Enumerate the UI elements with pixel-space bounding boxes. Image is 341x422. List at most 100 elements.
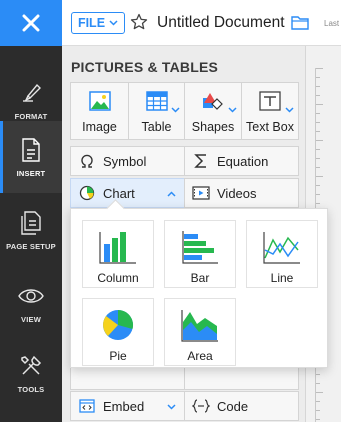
shapes-label: Shapes [191,120,235,134]
area-chart-label: Area [187,349,213,363]
ruler-tick [316,131,320,132]
chart-label: Chart [103,185,135,201]
textbox-label: Text Box [246,120,294,134]
ruler-tick [316,158,320,159]
ruler-tick [316,383,320,384]
close-panel-button[interactable] [0,0,62,46]
rail-label-insert: INSERT [16,168,46,178]
chart-button[interactable]: Chart [70,178,185,208]
ruler-tick [316,140,323,141]
top-bar: FILE Untitled Document Last [62,0,341,46]
rail-label-tools: TOOLS [17,384,45,394]
ruler-tick [316,149,320,150]
big-buttons-row: Image Table Shapes Text Box [70,82,299,140]
table-label: Table [141,120,172,134]
embed-code-row: Embed Code [70,391,299,421]
table-button[interactable]: Table [128,82,185,140]
embed-icon [78,397,96,415]
ruler-tick [316,419,320,420]
bar-chart-icon [182,231,218,264]
chevron-down-icon [171,107,180,113]
ruler-tick [316,167,320,168]
format-brush-icon [18,80,44,106]
left-rail: FORMAT INSERT PAGE SETUP VIEW TOOLS [0,0,62,422]
ruler-tick [316,113,320,114]
bar-chart-option[interactable]: Bar [164,220,236,288]
ruler-tick [316,95,320,96]
line-chart-option[interactable]: Line [246,220,318,288]
omega-icon [78,152,96,170]
chevron-up-icon [167,191,176,197]
image-label: Image [82,120,117,134]
area-chart-option[interactable]: Area [164,298,236,366]
bar-chart-label: Bar [190,271,210,285]
textbox-button[interactable]: Text Box [241,82,299,140]
sigma-icon [192,152,210,170]
star-icon[interactable] [130,13,148,31]
folder-icon[interactable] [291,15,309,30]
ruler-tick [316,176,323,177]
ruler-tick [316,185,320,186]
ruler-tick [316,401,320,402]
page-setup-icon [18,210,44,236]
ruler-tick [316,392,323,393]
ruler-tick [316,104,323,105]
area-chart-icon [181,310,218,342]
insert-doc-icon [18,137,44,163]
ruler-tick [316,203,320,204]
rail-item-tools[interactable]: TOOLS [0,337,62,409]
close-icon [22,14,40,32]
rail-item-view[interactable]: VIEW [0,267,62,339]
chart-videos-row: Chart Videos [70,178,299,208]
rail-label-view: VIEW [21,314,41,324]
embed-button[interactable]: Embed [70,391,185,421]
ruler-tick [316,68,323,69]
pie-chart-label: Pie [109,349,127,363]
ruler-tick [316,77,320,78]
ruler-tick [316,410,320,411]
video-icon [192,184,210,202]
ruler-tick [316,122,320,123]
videos-label: Videos [217,185,257,201]
chart-type-popover: Column Bar Line Pie Area [70,208,328,368]
code-button[interactable]: Code [184,391,299,421]
symbol-label: Symbol [103,153,147,169]
rail-label-page-setup: PAGE SETUP [6,241,56,251]
chevron-down-icon [228,107,237,113]
image-button[interactable]: Image [70,82,129,140]
symbol-equation-row: Symbol Equation [70,146,299,176]
eye-icon [18,283,44,309]
code-label: Code [217,398,249,414]
chevron-down-icon [109,20,118,26]
pie-chart-option[interactable]: Pie [82,298,154,366]
symbol-button[interactable]: Symbol [70,146,185,176]
shapes-button[interactable]: Shapes [184,82,242,140]
ruler-tick [316,374,320,375]
column-chart-label: Column [97,271,139,285]
tools-icon [18,353,44,379]
column-chart-icon [99,232,136,264]
rail-item-insert[interactable]: INSERT [0,121,62,193]
chevron-down-icon [285,107,294,113]
table-icon [145,91,168,111]
shapes-icon [203,93,223,110]
embed-label: Embed [103,398,145,414]
panel-title: PICTURES & TABLES [71,59,219,75]
document-title[interactable]: Untitled Document [157,14,285,32]
equation-label: Equation [217,153,269,169]
last-edited-label: Last [324,19,340,28]
textbox-icon [259,91,281,111]
line-chart-label: Line [270,271,294,285]
ruler-tick [316,86,320,87]
ruler-tick [316,194,320,195]
code-braces-icon [192,397,210,415]
line-chart-icon [263,232,300,264]
rail-item-page-setup[interactable]: PAGE SETUP [0,194,62,266]
pie-chart-icon [103,309,134,340]
file-menu-button[interactable]: FILE [71,12,125,34]
file-menu-label: FILE [77,16,106,30]
videos-button[interactable]: Videos [184,178,299,208]
image-icon [88,91,111,111]
column-chart-option[interactable]: Column [82,220,154,288]
equation-button[interactable]: Equation [184,146,299,176]
